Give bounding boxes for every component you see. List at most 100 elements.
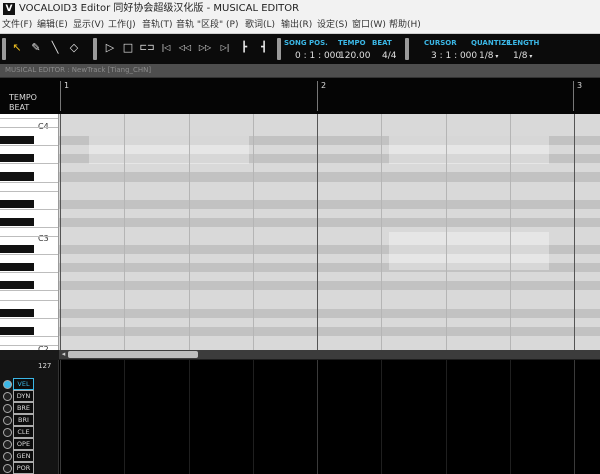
menu-edit[interactable]: 编辑(E) — [37, 18, 68, 33]
control-grid-line — [381, 360, 383, 474]
param-dyn[interactable]: DYN — [3, 390, 57, 402]
white-key-divider — [0, 290, 58, 292]
param-cle[interactable]: CLE — [3, 426, 57, 438]
watermark — [389, 232, 549, 270]
rewind-to-start-icon[interactable]: |◁ — [158, 40, 174, 56]
black-key[interactable] — [0, 154, 34, 163]
white-key-divider — [0, 344, 58, 346]
marker-end-icon[interactable]: ┫ — [256, 40, 272, 56]
fast-forward-icon[interactable]: ▷▷ — [197, 40, 213, 56]
cursor-label: CURSOR — [424, 39, 457, 47]
menu-render[interactable]: 输出(R) — [281, 18, 312, 33]
scroll-left-icon[interactable]: ◂ — [59, 350, 68, 359]
menu-settings[interactable]: 设定(S) — [317, 18, 348, 33]
quantize-select[interactable]: 1/8 ▾ — [479, 51, 498, 61]
piano-roll-grid[interactable] — [59, 114, 600, 350]
song-pos-label: SONG POS. — [284, 39, 328, 47]
corner-panel — [0, 350, 59, 360]
menu-lyrics[interactable]: 歌词(L) — [245, 18, 275, 33]
radio-icon[interactable] — [3, 440, 12, 449]
radio-icon[interactable] — [3, 404, 12, 413]
white-key-divider — [0, 335, 58, 337]
black-key[interactable] — [0, 136, 34, 145]
chevron-down-icon: ▾ — [493, 53, 499, 60]
param-label[interactable]: VEL — [13, 378, 34, 390]
menu-window[interactable]: 窗口(W) — [352, 18, 386, 33]
param-bre[interactable]: BRE — [3, 402, 57, 414]
param-label[interactable]: GEN — [13, 450, 34, 462]
radio-icon[interactable] — [3, 428, 12, 437]
stop-icon[interactable]: □ — [120, 40, 136, 56]
radio-icon[interactable] — [3, 464, 12, 473]
pencil-tool-icon[interactable]: ✎ — [28, 40, 44, 56]
beat-line — [509, 114, 511, 350]
rewind-icon[interactable]: ◁◁ — [177, 40, 193, 56]
toolbar-grip[interactable] — [405, 38, 409, 60]
black-key[interactable] — [0, 217, 34, 226]
black-key[interactable] — [0, 172, 34, 181]
beat-line — [252, 114, 254, 350]
beat-label: BEAT — [372, 39, 392, 47]
eraser-tool-icon[interactable]: ◇ — [66, 40, 82, 56]
arrow-tool-icon[interactable]: ↖ — [9, 40, 25, 56]
menu-bar: 文件(F) 编辑(E) 显示(V) 工作(J) 音轨(T) 音轨 "区段" (P… — [0, 18, 600, 34]
radio-icon[interactable] — [3, 392, 12, 401]
black-key[interactable] — [0, 281, 34, 290]
piano-keyboard[interactable]: C4 C3 C2 — [0, 114, 59, 350]
white-key-divider — [0, 254, 58, 256]
radio-icon[interactable] — [3, 380, 12, 389]
bar-tick — [573, 81, 574, 111]
param-label[interactable]: OPE — [13, 438, 34, 450]
param-label[interactable]: BRE — [13, 402, 34, 414]
black-key[interactable] — [0, 326, 34, 335]
param-bri[interactable]: BRI — [3, 414, 57, 426]
toolbar-grip[interactable] — [2, 38, 6, 60]
grid-row-dark — [59, 199, 600, 209]
radio-icon[interactable] — [3, 452, 12, 461]
white-key-divider — [0, 127, 58, 129]
control-grid-line — [317, 360, 318, 474]
param-gen[interactable]: GEN — [3, 450, 57, 462]
white-key-divider — [0, 272, 58, 274]
song-pos-value[interactable]: 0 : 1 : 000 — [295, 51, 341, 61]
beat-value[interactable]: 4/4 — [382, 51, 396, 61]
control-grid-line — [509, 360, 511, 474]
menu-file[interactable]: 文件(F) — [2, 18, 32, 33]
param-label[interactable]: DYN — [13, 390, 34, 402]
black-key[interactable] — [0, 199, 34, 208]
play-icon[interactable]: ▷ — [102, 40, 118, 56]
menu-part[interactable]: 音轨 "区段" (P) — [176, 18, 238, 33]
line-tool-icon[interactable]: ╲ — [47, 40, 63, 56]
param-label[interactable]: CLE — [13, 426, 34, 438]
control-graph[interactable] — [60, 360, 600, 474]
app-icon: V — [3, 3, 15, 15]
black-key[interactable] — [0, 308, 34, 317]
param-label[interactable]: BRI — [13, 414, 34, 426]
scrollbar-thumb[interactable] — [68, 351, 198, 358]
black-key[interactable] — [0, 245, 34, 254]
toolbar-grip[interactable] — [93, 38, 97, 60]
loop-icon[interactable]: ⊏⊐ — [139, 40, 155, 56]
menu-help[interactable]: 帮助(H) — [389, 18, 421, 33]
forward-to-end-icon[interactable]: ▷| — [217, 40, 233, 56]
marker-start-icon[interactable]: ┣ — [236, 40, 252, 56]
param-vel[interactable]: VEL — [3, 378, 57, 390]
param-label[interactable]: POR — [13, 462, 34, 474]
menu-job[interactable]: 工作(J) — [108, 18, 136, 33]
tempo-value[interactable]: 120.00 — [339, 51, 371, 61]
horizontal-scrollbar[interactable]: ◂ — [59, 350, 600, 359]
ruler[interactable]: TEMPO BEAT 1 2 3 — [0, 78, 600, 114]
control-grid-line — [574, 360, 575, 474]
length-select[interactable]: 1/8 ▾ — [513, 51, 532, 61]
toolbar-grip[interactable] — [277, 38, 281, 60]
radio-icon[interactable] — [3, 416, 12, 425]
menu-track[interactable]: 音轨(T) — [142, 18, 173, 33]
black-key[interactable] — [0, 263, 34, 272]
param-ope[interactable]: OPE — [3, 438, 57, 450]
menu-view[interactable]: 显示(V) — [73, 18, 104, 33]
bar-number: 2 — [321, 81, 327, 90]
white-key-divider — [0, 299, 58, 301]
white-key-divider — [0, 163, 58, 165]
param-por[interactable]: POR — [3, 462, 57, 474]
control-grid-line — [252, 360, 254, 474]
